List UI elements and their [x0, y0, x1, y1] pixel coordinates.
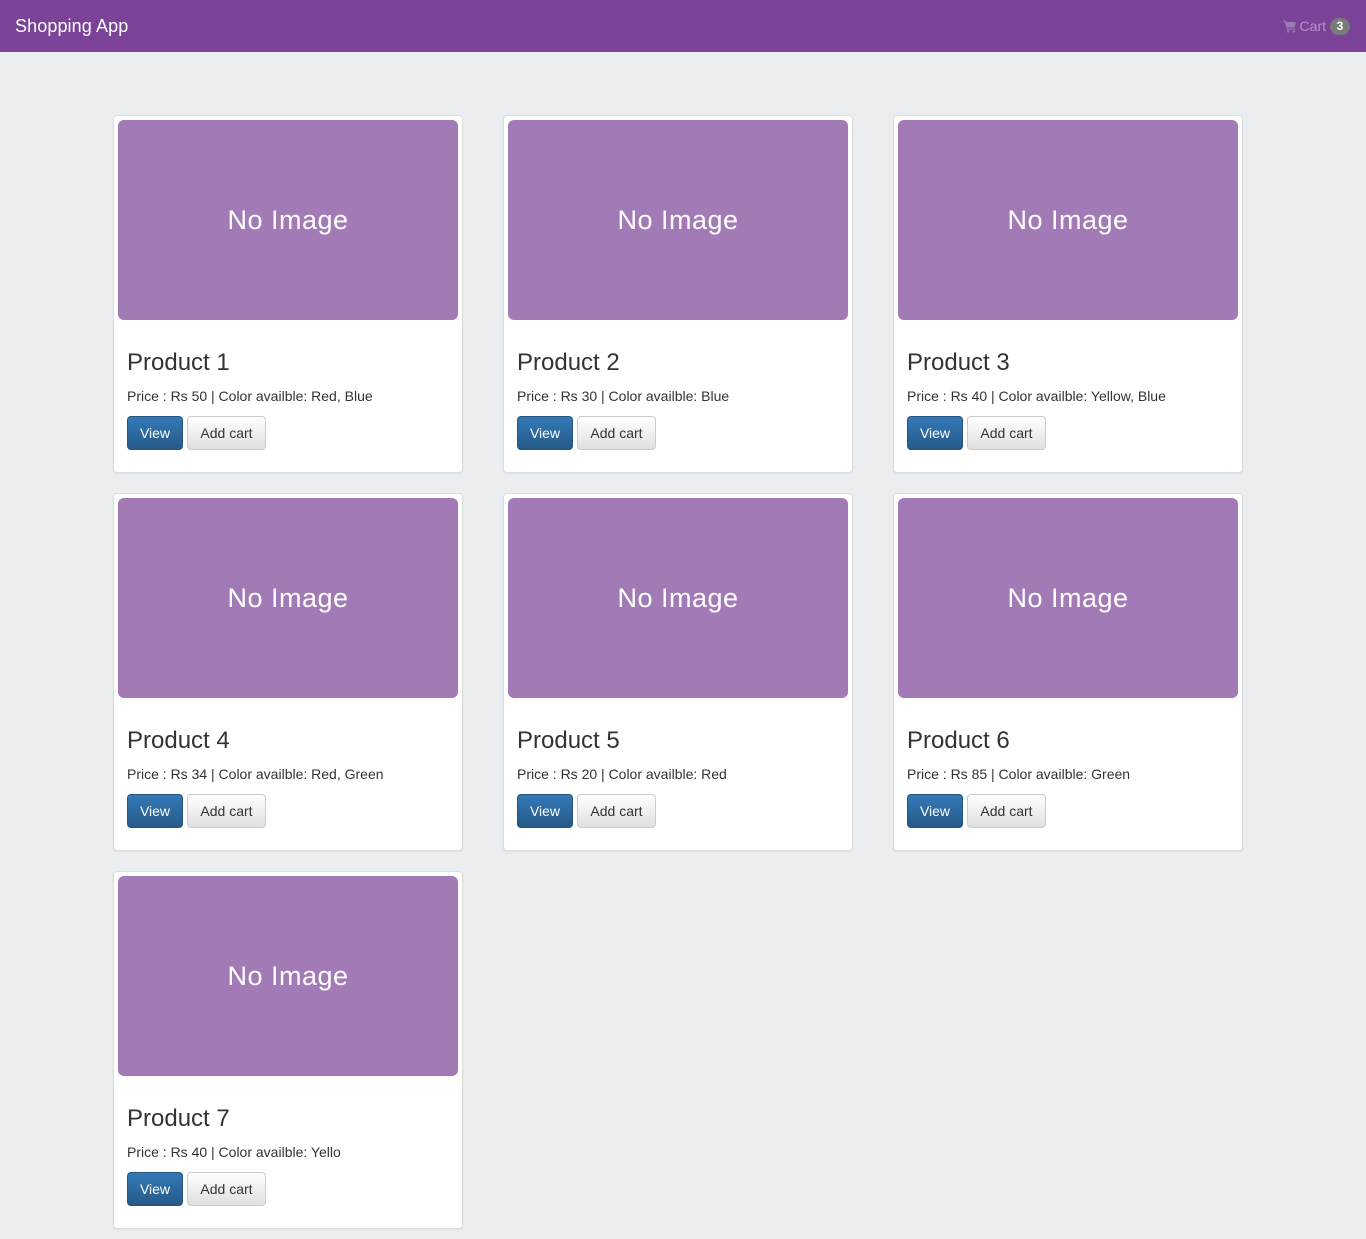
- product-card: No Image Product 3 Price : Rs 40 | Color…: [893, 115, 1243, 473]
- view-button[interactable]: View: [517, 416, 573, 450]
- product-card: No Image Product 7 Price : Rs 40 | Color…: [113, 871, 463, 1229]
- product-actions: View Add cart: [517, 416, 656, 450]
- cart-label: Cart: [1299, 18, 1326, 34]
- cart-link[interactable]: Cart 3: [1282, 17, 1350, 35]
- product-title: Product 3: [907, 349, 1010, 376]
- product-image-placeholder: No Image: [508, 120, 848, 320]
- add-cart-button[interactable]: Add cart: [577, 794, 656, 828]
- product-actions: View Add cart: [907, 794, 1046, 828]
- product-image-placeholder: No Image: [898, 498, 1238, 698]
- product-actions: View Add cart: [907, 416, 1046, 450]
- cart-count-badge: 3: [1330, 17, 1350, 35]
- add-cart-button[interactable]: Add cart: [577, 416, 656, 450]
- add-cart-button[interactable]: Add cart: [967, 794, 1046, 828]
- product-title: Product 1: [127, 349, 230, 376]
- product-actions: View Add cart: [127, 1172, 266, 1206]
- product-image-placeholder: No Image: [118, 876, 458, 1076]
- view-button[interactable]: View: [127, 794, 183, 828]
- product-title: Product 7: [127, 1105, 230, 1132]
- product-title: Product 4: [127, 727, 230, 754]
- view-button[interactable]: View: [517, 794, 573, 828]
- view-button[interactable]: View: [907, 794, 963, 828]
- product-description: Price : Rs 85 | Color availble: Green: [907, 766, 1131, 782]
- product-image-placeholder: No Image: [118, 120, 458, 320]
- product-actions: View Add cart: [127, 794, 266, 828]
- add-cart-button[interactable]: Add cart: [187, 1172, 266, 1206]
- product-description: Price : Rs 50 | Color availble: Red, Blu…: [127, 388, 373, 404]
- product-card: No Image Product 2 Price : Rs 30 | Color…: [503, 115, 853, 473]
- add-cart-button[interactable]: Add cart: [967, 416, 1046, 450]
- view-button[interactable]: View: [127, 1172, 183, 1206]
- product-card: No Image Product 5 Price : Rs 20 | Color…: [503, 493, 853, 851]
- add-cart-button[interactable]: Add cart: [187, 416, 266, 450]
- product-card: No Image Product 6 Price : Rs 85 | Color…: [893, 493, 1243, 851]
- product-card: No Image Product 4 Price : Rs 34 | Color…: [113, 493, 463, 851]
- product-actions: View Add cart: [517, 794, 656, 828]
- product-title: Product 2: [517, 349, 620, 376]
- product-image-placeholder: No Image: [508, 498, 848, 698]
- view-button[interactable]: View: [907, 416, 963, 450]
- product-title: Product 6: [907, 727, 1010, 754]
- product-card: No Image Product 1 Price : Rs 50 | Color…: [113, 115, 463, 473]
- top-navbar: Shopping App Cart 3: [0, 0, 1366, 52]
- add-cart-button[interactable]: Add cart: [187, 794, 266, 828]
- product-image-placeholder: No Image: [898, 120, 1238, 320]
- product-description: Price : Rs 30 | Color availble: Blue: [517, 388, 730, 404]
- product-description: Price : Rs 34 | Color availble: Red, Gre…: [127, 766, 384, 782]
- product-description: Price : Rs 20 | Color availble: Red: [517, 766, 727, 782]
- product-image-placeholder: No Image: [118, 498, 458, 698]
- product-description: Price : Rs 40 | Color availble: Yello: [127, 1144, 341, 1160]
- product-actions: View Add cart: [127, 416, 266, 450]
- app-brand[interactable]: Shopping App: [15, 16, 128, 37]
- product-description: Price : Rs 40 | Color availble: Yellow, …: [907, 388, 1166, 404]
- shopping-cart-icon: [1282, 20, 1296, 33]
- view-button[interactable]: View: [127, 416, 183, 450]
- product-title: Product 5: [517, 727, 620, 754]
